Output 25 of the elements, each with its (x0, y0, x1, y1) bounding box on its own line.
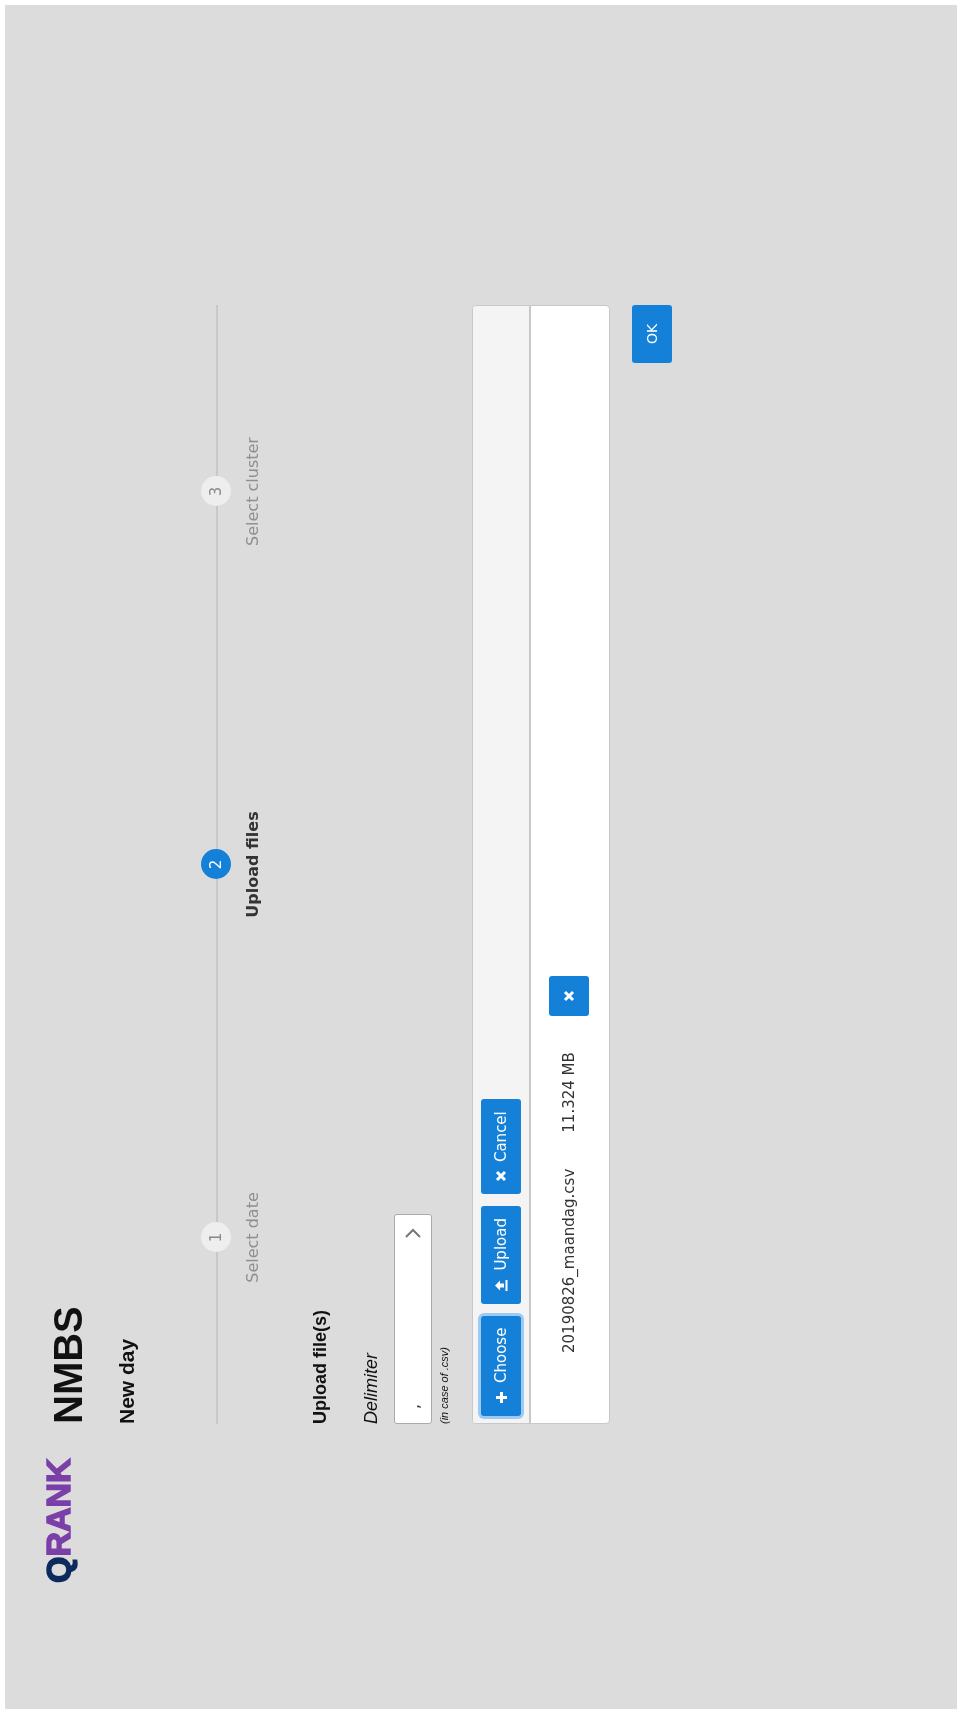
step-number[interactable]: 1 (201, 1222, 231, 1253)
upload-button[interactable]: Upload (481, 1206, 521, 1304)
page-title: New day (115, 1338, 139, 1424)
remove-file-button[interactable] (549, 976, 589, 1017)
file-size: 11.324 MB (560, 1052, 578, 1133)
step-label: Select cluster (243, 437, 262, 546)
choose-button[interactable]: Choose (481, 1315, 521, 1416)
close-icon (563, 990, 575, 1003)
delimiter-hint: (in case of .csv) (438, 1346, 450, 1424)
step-number[interactable]: 3 (201, 476, 231, 507)
step-label: Upload files (243, 811, 262, 918)
file-name: 20190826_maandag.csv (560, 1168, 578, 1353)
ok-button[interactable]: OK (632, 305, 672, 363)
plus-icon (494, 1391, 508, 1404)
upload-icon (494, 1278, 508, 1292)
step-number[interactable]: 2 (201, 849, 231, 880)
delimiter-dropdown[interactable]: , (394, 1214, 432, 1424)
brand-title: NMBS (45, 1306, 91, 1424)
logo: QRANK (38, 1458, 78, 1583)
delimiter-label: Delimiter (361, 1353, 382, 1424)
cancel-button[interactable]: Cancel (481, 1099, 521, 1195)
chevron-icon (404, 1227, 422, 1239)
step-label: Select date (243, 1192, 262, 1283)
section-title: Upload file(s) (310, 1310, 331, 1424)
close-icon (495, 1170, 507, 1183)
